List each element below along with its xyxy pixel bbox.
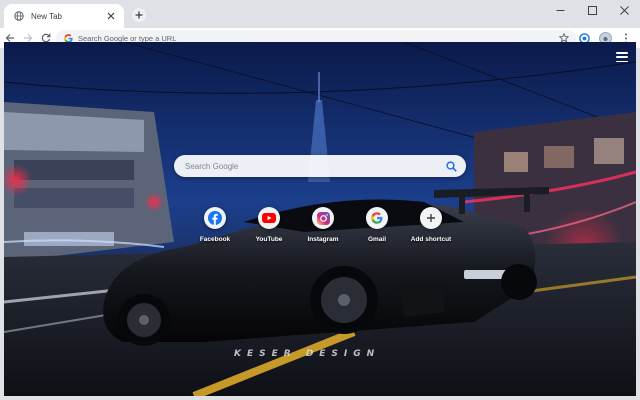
menu-line bbox=[616, 56, 628, 58]
shortcut-icon-tile bbox=[312, 207, 334, 229]
tab-title: New Tab bbox=[31, 11, 62, 21]
search-icon[interactable] bbox=[444, 159, 458, 173]
shortcut-label: Add shortcut bbox=[410, 236, 452, 243]
maximize-button[interactable] bbox=[576, 0, 608, 20]
tab-new-tab[interactable]: New Tab bbox=[4, 4, 124, 28]
shortcut-label: YouTube bbox=[255, 236, 283, 243]
shortcut-icon-tile bbox=[366, 207, 388, 229]
facebook-icon bbox=[208, 211, 222, 225]
shortcut-gmail[interactable]: Gmail bbox=[350, 207, 404, 243]
youtube-icon bbox=[262, 213, 276, 223]
shortcut-add[interactable]: Add shortcut bbox=[404, 207, 458, 243]
tab-strip: New Tab bbox=[0, 0, 640, 28]
minimize-button[interactable] bbox=[544, 0, 576, 20]
new-tab-page: Search Google Facebook YouTube Instagram bbox=[4, 42, 636, 396]
maximize-icon bbox=[587, 5, 597, 15]
shortcuts-row: Facebook YouTube Instagram Gmail Add sho… bbox=[188, 207, 458, 243]
shortcut-label: Instagram bbox=[307, 236, 339, 243]
minimize-icon bbox=[556, 9, 564, 11]
instagram-icon bbox=[316, 211, 330, 225]
shortcut-icon-tile bbox=[258, 207, 280, 229]
shortcut-icon-tile bbox=[420, 207, 442, 229]
shortcut-instagram[interactable]: Instagram bbox=[296, 207, 350, 243]
close-window-button[interactable] bbox=[608, 0, 640, 20]
plus-icon bbox=[135, 11, 143, 19]
shortcut-label: Gmail bbox=[367, 236, 387, 243]
customize-menu-button[interactable] bbox=[616, 52, 628, 62]
close-icon bbox=[619, 5, 629, 15]
window-controls bbox=[544, 0, 640, 20]
search-placeholder: Search Google bbox=[185, 161, 239, 171]
globe-icon bbox=[14, 11, 24, 21]
google-icon bbox=[371, 212, 383, 224]
new-tab-button[interactable] bbox=[132, 8, 146, 22]
google-search-box[interactable]: Search Google bbox=[174, 155, 466, 177]
shortcut-label: Facebook bbox=[199, 236, 231, 243]
close-tab-icon[interactable] bbox=[105, 10, 117, 22]
shortcut-youtube[interactable]: YouTube bbox=[242, 207, 296, 243]
menu-line bbox=[616, 52, 628, 54]
shortcut-icon-tile bbox=[204, 207, 226, 229]
shortcut-facebook[interactable]: Facebook bbox=[188, 207, 242, 243]
wallpaper-credit: KESER DESIGN bbox=[234, 349, 381, 359]
menu-line bbox=[616, 60, 628, 62]
plus-icon bbox=[427, 214, 435, 222]
